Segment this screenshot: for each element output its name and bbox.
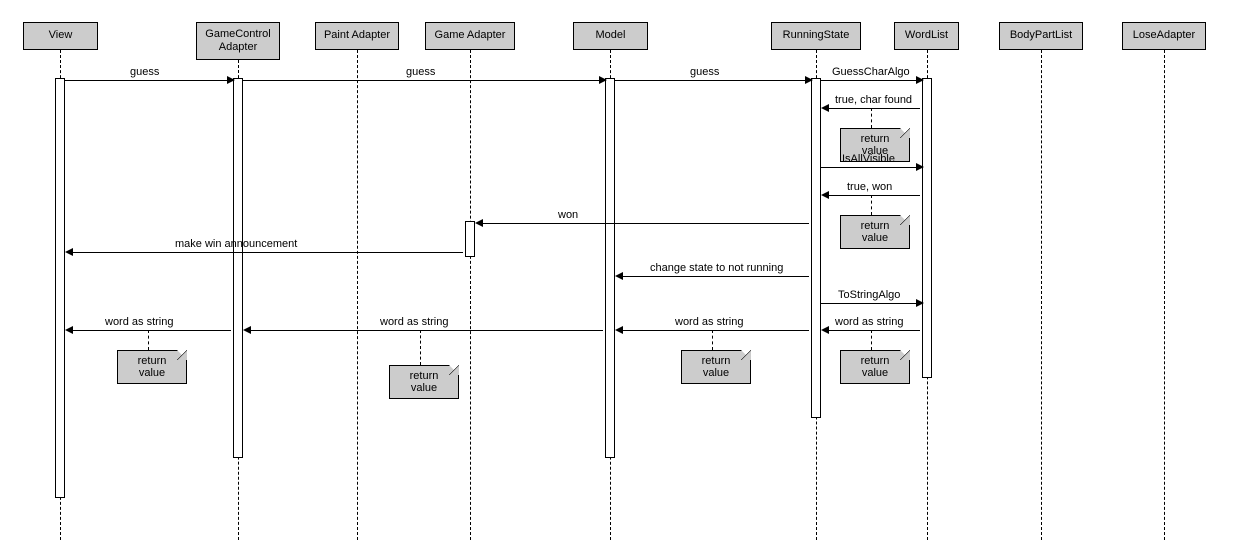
- dash: [871, 330, 872, 350]
- lifeline-lose: [1164, 50, 1165, 540]
- arrowhead: [615, 272, 623, 280]
- participant-running: RunningState: [771, 22, 861, 50]
- arrowhead: [821, 104, 829, 112]
- participant-game: Game Adapter: [425, 22, 515, 50]
- participant-paint: Paint Adapter: [315, 22, 399, 50]
- arrow-guess-3: [615, 80, 809, 81]
- arrowhead: [805, 76, 813, 84]
- note-returnvalue-6: return value: [117, 350, 187, 384]
- participant-label: Game Adapter: [435, 29, 506, 42]
- arrowhead: [821, 191, 829, 199]
- label-truewon: true, won: [847, 181, 892, 193]
- label-isallvisible: IsAllVisible: [842, 153, 895, 165]
- arrowhead: [916, 163, 924, 171]
- participant-label: BodyPartList: [1010, 29, 1072, 42]
- label-truecharfound: true, char found: [835, 94, 912, 106]
- participant-lose: LoseAdapter: [1122, 22, 1206, 50]
- participant-wordlist: WordList: [894, 22, 959, 50]
- participant-label: Model: [596, 29, 626, 42]
- participant-label: RunningState: [783, 29, 850, 42]
- participant-label: WordList: [905, 29, 948, 42]
- arrowhead: [243, 326, 251, 334]
- arrowhead: [599, 76, 607, 84]
- dash: [871, 195, 872, 215]
- participant-view: View: [23, 22, 98, 50]
- arrow-guess-1: [65, 80, 231, 81]
- label-makewin: make win announcement: [175, 238, 297, 250]
- label-tostringalgo: ToStringAlgo: [838, 289, 900, 301]
- lifeline-game: [470, 50, 471, 540]
- label-wordasstring-3: word as string: [380, 316, 448, 328]
- arrow-makewin: [67, 252, 463, 253]
- participant-bodypart: BodyPartList: [999, 22, 1083, 50]
- arrow-tostringalgo: [821, 303, 920, 304]
- label-guesscharalgo: GuessCharAlgo: [832, 66, 910, 78]
- note-returnvalue-2: return value: [840, 215, 910, 249]
- arrow-wordasstring-2: [617, 330, 809, 331]
- activation-model: [605, 78, 615, 458]
- arrowhead: [65, 326, 73, 334]
- label-changestate: change state to not running: [650, 262, 783, 274]
- arrow-changestate: [617, 276, 809, 277]
- dash: [420, 330, 421, 365]
- note-returnvalue-4: return value: [681, 350, 751, 384]
- note-label: return value: [138, 355, 167, 379]
- lifeline-bodypart: [1041, 50, 1042, 540]
- activation-gamecontrol: [233, 78, 243, 458]
- participant-label: Paint Adapter: [324, 29, 390, 42]
- activation-running: [811, 78, 821, 418]
- arrow-wordasstring-3: [245, 330, 603, 331]
- participant-label: View: [49, 29, 73, 42]
- arrow-wordasstring-4: [67, 330, 231, 331]
- note-label: return value: [861, 220, 890, 244]
- label-wordasstring-2: word as string: [675, 316, 743, 328]
- label-guess-3: guess: [690, 66, 719, 78]
- label-won: won: [558, 209, 578, 221]
- arrowhead: [916, 299, 924, 307]
- arrow-won: [477, 223, 809, 224]
- lifeline-paint: [357, 50, 358, 540]
- label-wordasstring-1: word as string: [835, 316, 903, 328]
- dash: [871, 108, 872, 128]
- arrow-guesscharalgo: [821, 80, 920, 81]
- arrow-guess-2: [243, 80, 603, 81]
- note-returnvalue-5: return value: [389, 365, 459, 399]
- participant-label: LoseAdapter: [1133, 29, 1195, 42]
- arrow-isallvisible: [821, 167, 920, 168]
- label-wordasstring-4: word as string: [105, 316, 173, 328]
- dash: [712, 330, 713, 350]
- label-guess-2: guess: [406, 66, 435, 78]
- arrowhead: [227, 76, 235, 84]
- activation-wordlist: [922, 78, 932, 378]
- note-label: return value: [702, 355, 731, 379]
- participant-label: GameControl Adapter: [201, 28, 275, 54]
- note-returnvalue-3: return value: [840, 350, 910, 384]
- arrowhead: [475, 219, 483, 227]
- arrowhead: [821, 326, 829, 334]
- note-label: return value: [861, 355, 890, 379]
- label-guess-1: guess: [130, 66, 159, 78]
- participant-gamecontrol: GameControl Adapter: [196, 22, 280, 60]
- dash: [148, 330, 149, 350]
- activation-game: [465, 221, 475, 257]
- note-label: return value: [410, 370, 439, 394]
- participant-model: Model: [573, 22, 648, 50]
- activation-view: [55, 78, 65, 498]
- arrowhead: [65, 248, 73, 256]
- arrowhead: [916, 76, 924, 84]
- arrowhead: [615, 326, 623, 334]
